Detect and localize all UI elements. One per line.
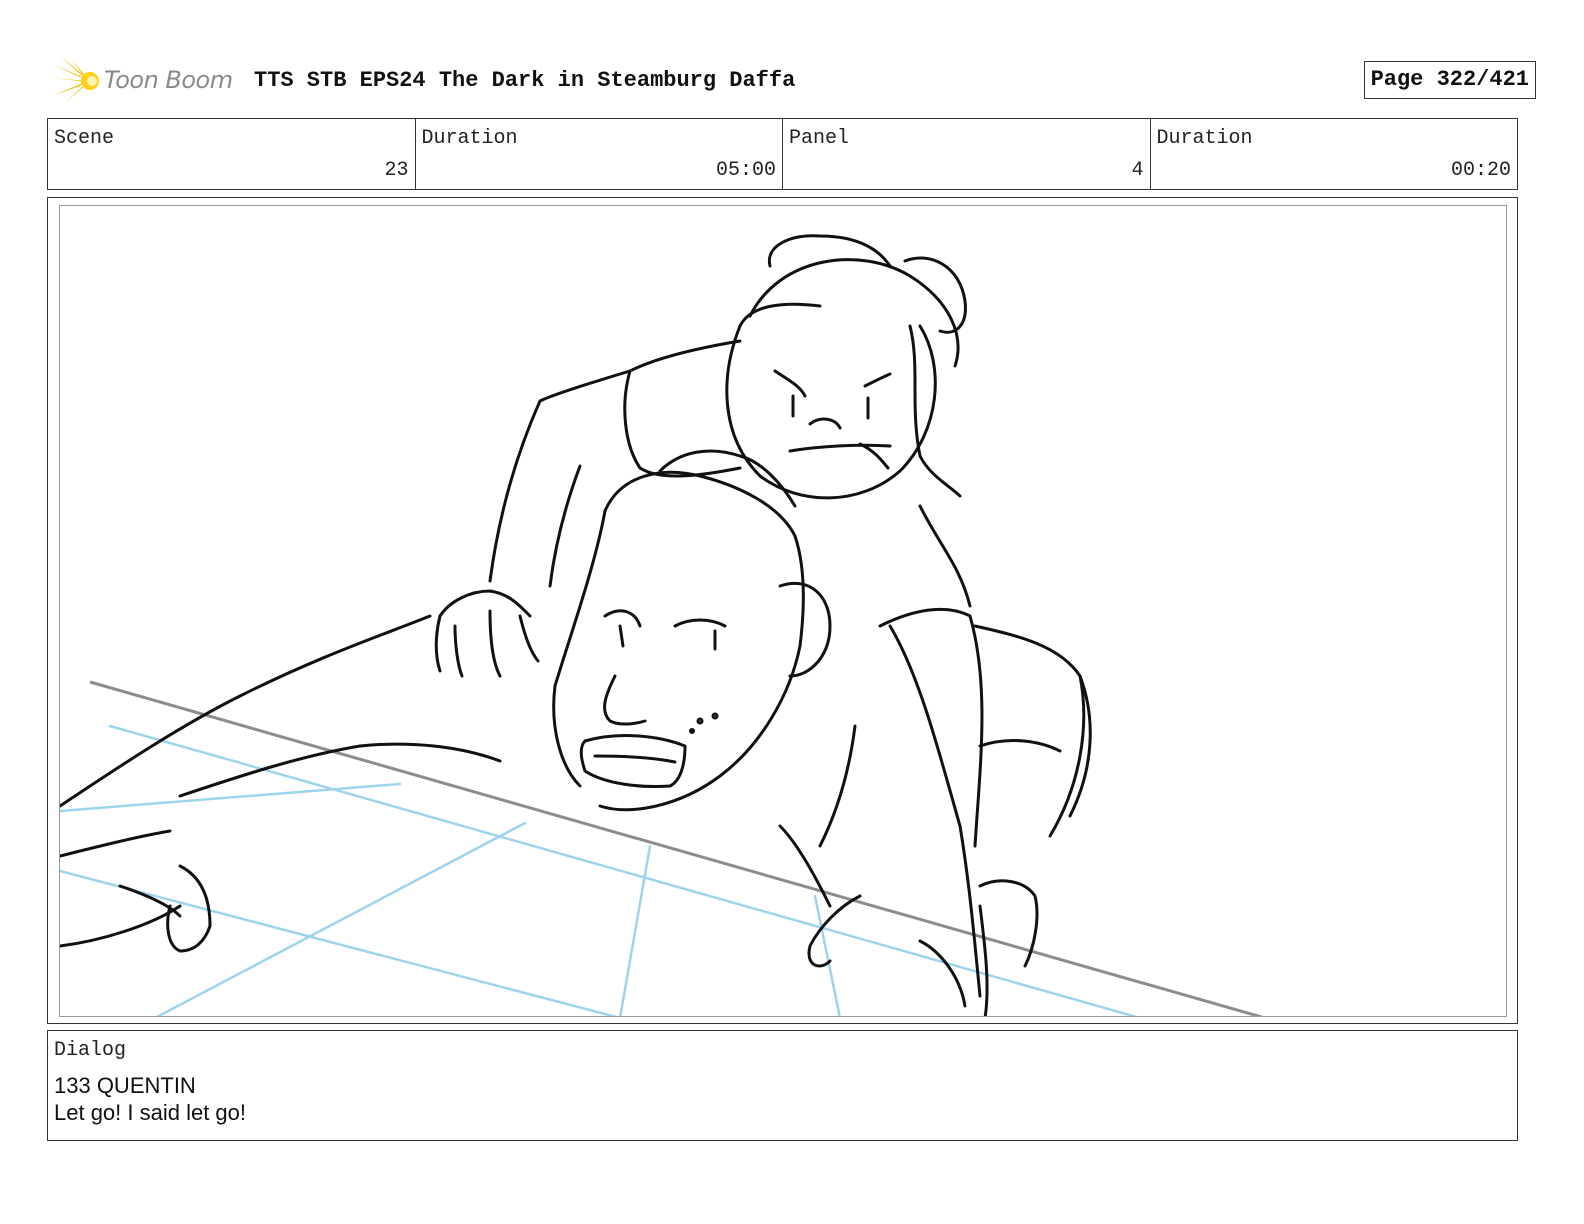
page-number: Page 322/421 bbox=[1363, 61, 1536, 99]
toon-boom-logo: Toon Boom bbox=[50, 56, 240, 106]
storyboard-panel bbox=[47, 197, 1518, 1024]
panel-info-table: Scene 23 Duration 05:00 Panel 4 Duration… bbox=[47, 118, 1518, 190]
dialog-text: Let go! I said let go! bbox=[54, 1100, 247, 1125]
panel-cell: Panel 4 bbox=[783, 119, 1151, 189]
scene-duration-cell: Duration 05:00 bbox=[416, 119, 783, 189]
panel-value: 4 bbox=[1131, 159, 1144, 182]
scene-label: Scene bbox=[54, 127, 115, 150]
dialog-speaker: 133 QUENTIN bbox=[54, 1073, 196, 1098]
logo-text: Toon Boom bbox=[104, 66, 233, 94]
dialog-box: Dialog 133 QUENTIN Let go! I said let go… bbox=[47, 1030, 1518, 1141]
scene-duration-value: 05:00 bbox=[715, 159, 776, 182]
document-title: TTS STB EPS24 The Dark in Steamburg Daff… bbox=[254, 68, 796, 93]
scene-value: 23 bbox=[384, 159, 409, 182]
starburst-icon bbox=[50, 56, 99, 104]
scene-cell: Scene 23 bbox=[48, 119, 416, 189]
panel-duration-cell: Duration 00:20 bbox=[1151, 119, 1518, 189]
panel-duration-value: 00:20 bbox=[1450, 159, 1511, 182]
panel-drawing-area bbox=[59, 205, 1507, 1017]
panel-duration-label: Duration bbox=[1156, 127, 1253, 150]
sketch-drawing bbox=[60, 234, 1264, 1016]
panel-label: Panel bbox=[789, 127, 850, 150]
scene-duration-label: Duration bbox=[421, 127, 518, 150]
page-header: Toon Boom TTS STB EPS24 The Dark in Stea… bbox=[50, 56, 1536, 106]
dialog-label: Dialog bbox=[54, 1039, 127, 1062]
